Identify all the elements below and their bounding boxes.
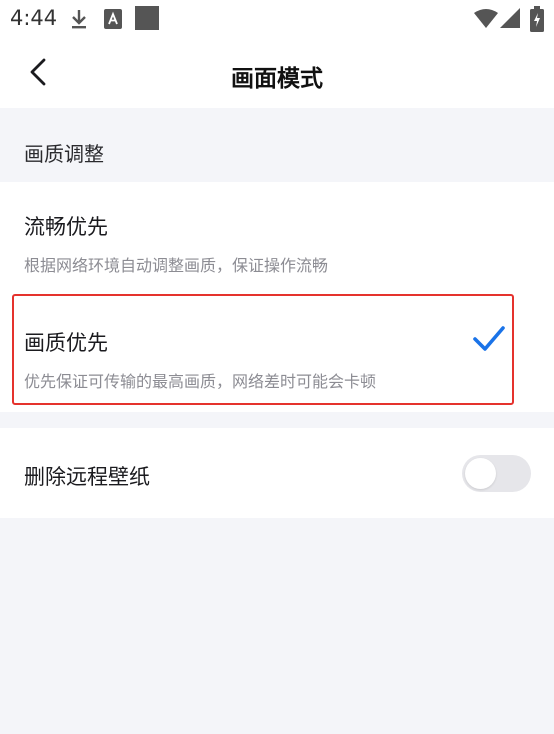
- a-badge-icon: [104, 9, 122, 33]
- app-header: 画面模式: [0, 40, 554, 108]
- option-description: 根据网络环境自动调整画质，保证操作流畅: [24, 256, 329, 275]
- option-title: 流畅优先: [24, 215, 108, 239]
- status-time: 4:44: [10, 6, 58, 30]
- delete-remote-wallpaper-label: 删除远程壁纸: [24, 465, 150, 489]
- status-bar: 4:44: [0, 0, 554, 40]
- wifi-icon: [474, 8, 498, 32]
- delete-remote-wallpaper-toggle[interactable]: [462, 455, 531, 492]
- square-notification-icon: [135, 6, 159, 34]
- battery-charging-icon: [530, 6, 544, 36]
- download-icon: [68, 7, 90, 35]
- selection-highlight-box: [12, 294, 514, 405]
- page-title: 画面模式: [231, 66, 323, 92]
- toggle-knob: [465, 458, 496, 489]
- signal-icon: [500, 8, 520, 32]
- section-label: 画质调整: [24, 142, 104, 166]
